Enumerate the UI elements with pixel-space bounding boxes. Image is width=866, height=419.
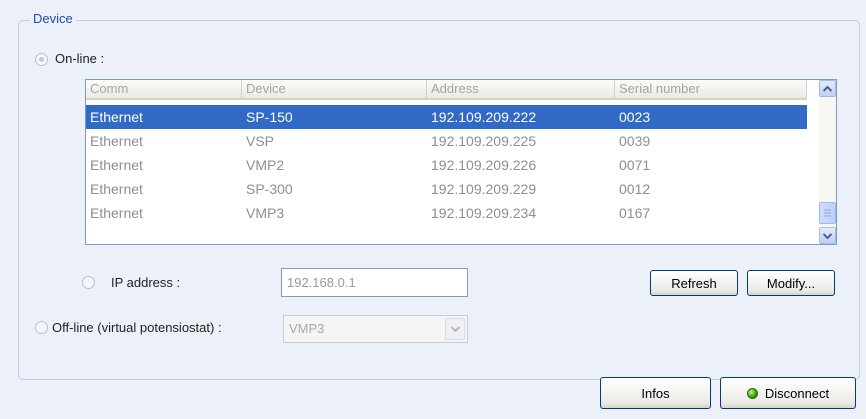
cell-serial: 0023 (619, 109, 651, 125)
cell-address: 192.109.209.225 (431, 133, 537, 149)
cell-comm: Ethernet (90, 109, 143, 125)
cell-device: VMP2 (246, 157, 285, 173)
cell-serial: 0039 (619, 133, 651, 149)
cell-serial: 0167 (619, 205, 651, 221)
cell-device: SP-300 (246, 181, 293, 197)
device-list[interactable]: Comm Device Address Serial number Ethern… (85, 79, 837, 245)
cell-device: VMP3 (246, 205, 285, 221)
cell-serial: 0012 (619, 181, 651, 197)
table-row-selected[interactable]: Ethernet SP-150 192.109.209.222 0023 (86, 105, 807, 129)
chevron-down-icon (823, 232, 832, 239)
online-label: On-line : (55, 51, 105, 66)
table-row[interactable]: Ethernet VSP 192.109.209.225 0039 (86, 129, 807, 153)
refresh-button[interactable]: Refresh (650, 270, 738, 296)
green-led-icon (746, 387, 758, 399)
offline-label: Off-line (virtual potensiostat) : (52, 320, 222, 335)
virtual-device-value: VMP3 (289, 321, 325, 336)
table-row[interactable]: Ethernet SP-300 192.109.209.229 0012 (86, 177, 807, 201)
offline-radio[interactable] (35, 321, 48, 334)
chevron-down-icon (450, 326, 460, 332)
column-header-serial[interactable]: Serial number (615, 80, 807, 98)
disconnect-label: Disconnect (764, 385, 830, 401)
cell-comm: Ethernet (90, 181, 143, 197)
cell-address: 192.109.209.222 (431, 109, 537, 125)
table-row[interactable]: Ethernet VMP3 192.109.209.234 0167 (86, 201, 807, 225)
cell-comm: Ethernet (90, 133, 143, 149)
online-radio[interactable] (35, 53, 48, 66)
cell-serial: 0071 (619, 157, 651, 173)
table-row[interactable]: Ethernet VMP2 192.109.209.226 0071 (86, 153, 807, 177)
ip-address-label: IP address : (111, 275, 181, 290)
scroll-thumb[interactable] (819, 202, 836, 224)
ip-address-radio[interactable] (82, 276, 95, 289)
scroll-down-button[interactable] (819, 227, 836, 244)
ip-address-field[interactable]: 192.168.0.1 (281, 268, 468, 297)
infos-button[interactable]: Infos (600, 377, 711, 409)
scroll-up-button[interactable] (819, 80, 836, 97)
combo-dropdown-button[interactable] (445, 318, 465, 340)
grip-icon (824, 209, 831, 217)
modify-button[interactable]: Modify... (747, 270, 835, 296)
group-title: Device (30, 11, 76, 26)
cell-device: VSP (246, 133, 275, 149)
disconnect-button[interactable]: Disconnect (720, 377, 856, 409)
cell-device: SP-150 (246, 109, 293, 125)
column-header-device[interactable]: Device (242, 80, 427, 98)
cell-comm: Ethernet (90, 157, 143, 173)
vertical-scrollbar[interactable] (819, 80, 836, 244)
column-header-address[interactable]: Address (427, 80, 615, 98)
cell-address: 192.109.209.229 (431, 181, 537, 197)
cell-address: 192.109.209.226 (431, 157, 537, 173)
cell-address: 192.109.209.234 (431, 205, 537, 221)
chevron-up-icon (823, 85, 832, 92)
column-header-comm[interactable]: Comm (86, 80, 242, 98)
virtual-device-select[interactable]: VMP3 (283, 315, 468, 343)
list-header: Comm Device Address Serial number (86, 80, 807, 100)
cell-comm: Ethernet (90, 205, 143, 221)
